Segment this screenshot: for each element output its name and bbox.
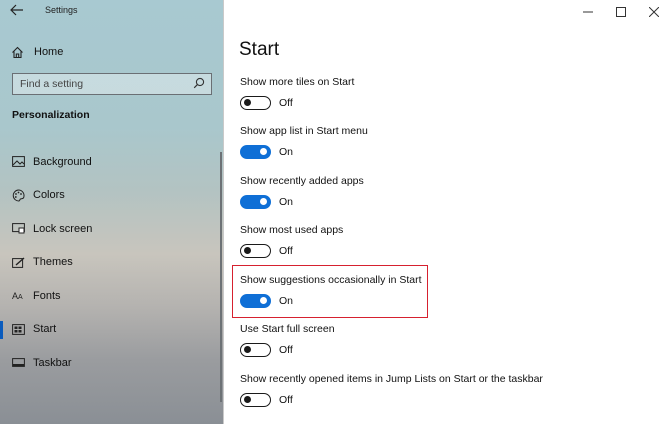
arrow-left-icon [10,4,23,16]
home-icon [10,45,24,59]
most-used-toggle[interactable] [240,244,271,258]
toggle-state: Off [279,97,293,109]
setting-jump-lists: Show recently opened items in Jump Lists… [240,373,660,407]
search-input[interactable] [20,78,190,90]
sidebar-item-label: Background [33,155,92,168]
maximize-icon [615,7,626,17]
start-icon [11,322,25,336]
jump-lists-toggle[interactable] [240,393,271,407]
sidebar-item-label: Colors [33,189,65,202]
setting-label: Use Start full screen [240,323,335,335]
setting-show-more-tiles: Show more tiles on Start Off [240,76,660,110]
picture-icon [11,155,25,169]
setting-label: Show app list in Start menu [240,125,368,137]
recently-added-toggle[interactable] [240,195,271,209]
show-more-tiles-toggle[interactable] [240,96,271,110]
sidebar-item-label: Fonts [33,289,61,302]
setting-full-screen: Use Start full screen Off [240,323,660,357]
setting-label: Show recently added apps [240,175,364,187]
toggle-state: On [279,146,294,158]
nav-home-label: Home [34,46,64,58]
main-content: Start Show more tiles on Start Off Show … [224,0,670,424]
sidebar-item-fonts[interactable]: A A Fonts [0,279,224,313]
search-box[interactable] [12,73,212,95]
sidebar-item-label: Lock screen [33,222,93,235]
sidebar-item-colors[interactable]: Colors [0,179,224,213]
sidebar-item-lock-screen[interactable]: Lock screen [0,212,224,246]
setting-label: Show most used apps [240,224,344,236]
setting-most-used: Show most used apps Off [240,224,660,258]
sidebar-item-themes[interactable]: Themes [0,246,224,280]
close-icon [648,7,659,17]
setting-show-app-list: Show app list in Start menu On [240,125,660,159]
highlight-annotation [232,265,428,318]
setting-label: Show recently opened items in Jump Lists… [240,373,543,385]
minimize-button[interactable] [571,0,604,24]
titlebar-left: Settings [0,0,224,26]
sidebar-item-label: Themes [33,256,73,269]
page-title: Start [239,39,280,60]
sidebar-scrollbar[interactable] [220,152,222,402]
maximize-button[interactable] [604,0,637,24]
svg-text:A: A [18,294,23,301]
toggle-state: On [279,196,294,208]
font-icon: A A [11,289,25,303]
palette-icon [11,188,25,202]
taskbar-icon [11,356,25,370]
brush-icon [11,255,25,269]
close-button[interactable] [637,0,670,24]
sidebar-item-background[interactable]: Background [0,145,224,179]
lock-screen-icon [11,222,25,236]
sidebar-item-label: Taskbar [33,356,72,369]
app-title: Settings [45,5,78,15]
toggle-state: Off [279,394,293,406]
window-controls [571,0,670,24]
sidebar: Settings Home Personalization Background [0,0,224,424]
search-icon[interactable] [193,77,205,89]
minimize-icon [582,11,593,13]
toggle-state: Off [279,245,293,257]
setting-recently-added: Show recently added apps On [240,175,660,209]
section-heading: Personalization [12,109,90,121]
sidebar-item-start[interactable]: Start [0,313,224,347]
sidebar-item-label: Start [33,323,57,336]
nav-list: Background Colors Lock screen Themes A A… [0,145,224,380]
nav-home[interactable]: Home [10,43,210,61]
toggle-state: Off [279,344,293,356]
sidebar-item-taskbar[interactable]: Taskbar [0,346,224,380]
setting-label: Show more tiles on Start [240,76,355,88]
show-app-list-toggle[interactable] [240,145,271,159]
full-screen-toggle[interactable] [240,343,271,357]
back-button[interactable] [8,4,26,20]
